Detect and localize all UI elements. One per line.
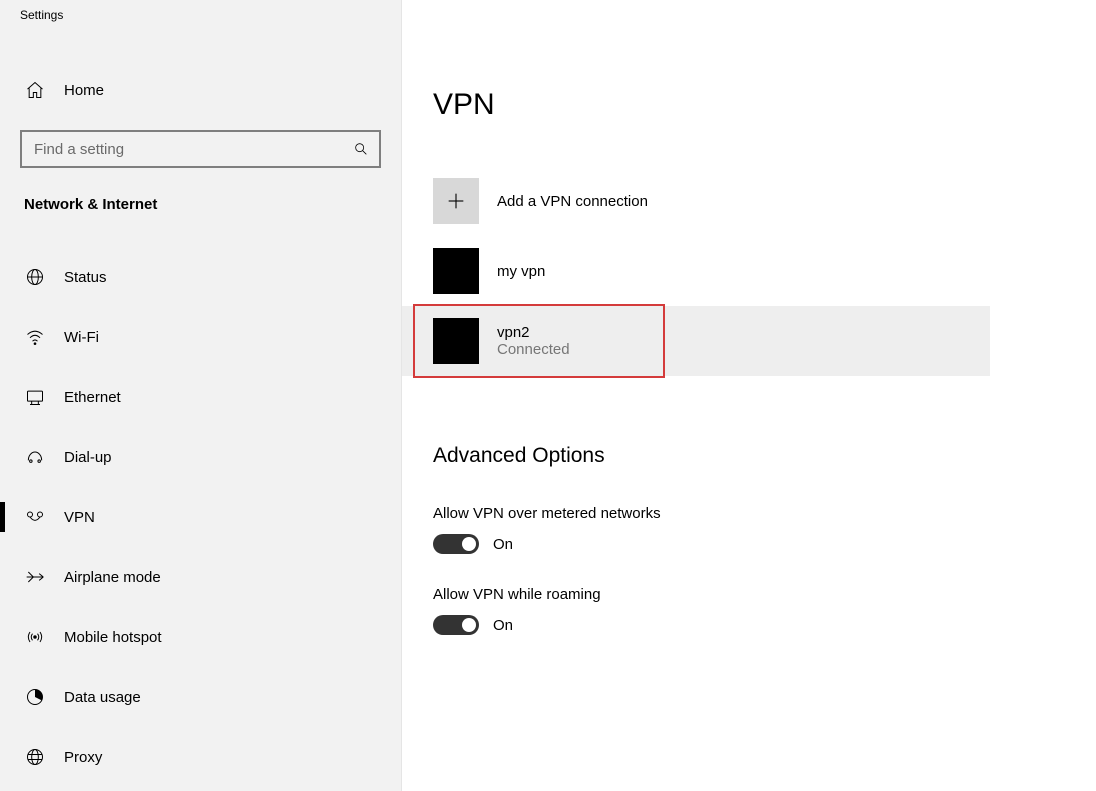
globe-icon [24,267,46,287]
vpn-tile-icon [433,318,479,364]
home-icon [24,80,46,100]
sidebar-item-label: Data usage [64,689,141,706]
option-metered: Allow VPN over metered networks On [402,495,1096,554]
vpn-item-myvpn[interactable]: my vpn [402,236,1096,306]
section-heading: Network & Internet [0,168,401,231]
advanced-heading: Advanced Options [402,394,1096,478]
sidebar-item-ethernet[interactable]: Ethernet [0,367,401,427]
page-title: VPN [402,20,1096,146]
search-input[interactable] [22,141,343,158]
toggle-state: On [493,617,513,634]
sidebar-item-label: Dial-up [64,449,112,466]
sidebar-item-label: Status [64,269,107,286]
vpn-item-vpn2[interactable]: vpn2 Connected [402,306,990,376]
home-label: Home [64,82,104,99]
wifi-icon [24,327,46,347]
sidebar-item-status[interactable]: Status [0,247,401,307]
search-icon [343,141,379,157]
sidebar-item-vpn[interactable]: VPN [0,487,401,547]
sidebar-item-datausage[interactable]: Data usage [0,667,401,727]
vpn-status: Connected [497,341,570,358]
search-box[interactable] [20,130,381,168]
sidebar-item-label: Wi-Fi [64,329,99,346]
dialup-icon [24,447,46,467]
sidebar-nav: Status Wi-Fi Ethernet Dial-up [0,247,401,787]
sidebar-item-hotspot[interactable]: Mobile hotspot [0,607,401,667]
add-vpn-button[interactable]: Add a VPN connection [402,166,1096,236]
airplane-icon [24,567,46,587]
sidebar-item-label: Ethernet [64,389,121,406]
sidebar-item-wifi[interactable]: Wi-Fi [0,307,401,367]
sidebar-item-label: Mobile hotspot [64,629,162,646]
sidebar-item-label: VPN [64,509,95,526]
sidebar-item-label: Proxy [64,749,102,766]
app-root: Settings Home Network & Internet Status [0,0,1096,791]
vpn-name: my vpn [497,263,545,280]
vpn-name: vpn2 [497,324,570,341]
sidebar-item-label: Airplane mode [64,569,161,586]
plus-icon [433,178,479,224]
option-roaming: Allow VPN while roaming On [402,576,1096,635]
vpn-icon [24,507,46,527]
toggle-roaming[interactable] [433,615,479,635]
vpn-tile-icon [433,248,479,294]
ethernet-icon [24,387,46,407]
toggle-row: On [433,534,1096,554]
sidebar: Settings Home Network & Internet Status [0,0,402,791]
sidebar-item-airplane[interactable]: Airplane mode [0,547,401,607]
main-panel: VPN Add a VPN connection my vpn vpn2 Con… [402,0,1096,791]
window-title: Settings [0,0,401,30]
toggle-metered[interactable] [433,534,479,554]
datausage-icon [24,687,46,707]
proxy-icon [24,747,46,767]
toggle-state: On [493,536,513,553]
toggle-row: On [433,615,1096,635]
option-label: Allow VPN while roaming [433,586,1096,603]
hotspot-icon [24,627,46,647]
vpn-item-text: vpn2 Connected [497,324,570,358]
option-label: Allow VPN over metered networks [433,505,1096,522]
home-link[interactable]: Home [0,66,401,114]
sidebar-item-dialup[interactable]: Dial-up [0,427,401,487]
vpn-item-text: my vpn [497,263,545,280]
add-vpn-label: Add a VPN connection [497,193,648,210]
sidebar-item-proxy[interactable]: Proxy [0,727,401,787]
